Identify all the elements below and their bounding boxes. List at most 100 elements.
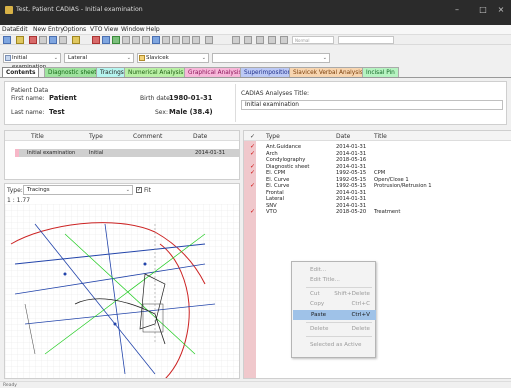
view-icon[interactable] <box>182 36 190 44</box>
column-header-comment[interactable]: Comment <box>133 133 162 140</box>
menu-item-edit[interactable]: Edit... <box>292 265 376 275</box>
patient-data-panel: Patient Data First name: Patient Last na… <box>4 81 507 125</box>
menu-item-paste[interactable]: Paste Ctrl+V <box>293 310 376 320</box>
last-name-value: Test <box>49 108 65 116</box>
analysis-title: Treatment <box>374 209 401 215</box>
column-header-type[interactable]: Type <box>89 133 103 140</box>
maximize-button[interactable]: □ <box>473 4 493 16</box>
menu-item-cut[interactable]: Cut Shift+Delete <box>292 289 376 299</box>
scale-text: 1 : 1.77 <box>7 197 31 204</box>
view-value: Lateral <box>68 55 88 61</box>
app-icon <box>5 6 13 14</box>
check-icon: ✓ <box>250 149 256 157</box>
cut-icon[interactable] <box>29 36 37 44</box>
extra-combo[interactable]: ⌄ <box>212 53 330 63</box>
image-type-combo[interactable]: Tracings ⌄ <box>23 185 133 195</box>
tool-icon[interactable] <box>132 36 140 44</box>
open-icon[interactable] <box>16 36 24 44</box>
check-icon: ✓ <box>250 169 256 176</box>
menu-separator <box>306 287 372 288</box>
column-header-check[interactable]: ✓ <box>250 133 255 140</box>
exam-date: 2014-01-31 <box>195 150 226 156</box>
tool-icon[interactable] <box>112 36 120 44</box>
minimize-button[interactable]: – <box>447 4 467 16</box>
birth-date-label: Birth date: <box>140 95 172 102</box>
analysis-icon <box>139 55 145 61</box>
type-label: Type: <box>7 187 23 194</box>
window-title: Test, Patient CADIAS - Initial examinati… <box>16 6 143 13</box>
view-combo[interactable]: Lateral ⌄ <box>64 53 134 63</box>
menu-help[interactable]: Help <box>146 26 160 33</box>
analysis-type: VTO <box>266 209 277 215</box>
fit-checkbox[interactable]: ✓ <box>136 187 142 193</box>
menu-view[interactable]: View <box>104 26 118 33</box>
zoom-combo[interactable]: Normal <box>292 36 334 44</box>
image-panel: Type: Tracings ⌄ ✓ Fit 1 : 1.77 <box>4 183 240 379</box>
toolbar: Normal <box>0 35 511 45</box>
tool-icon[interactable] <box>205 36 213 44</box>
analysis-combo[interactable]: Slavicek ⌄ <box>137 53 209 63</box>
birth-date-value: 1980-01-31 <box>169 94 213 102</box>
save-icon[interactable] <box>3 36 11 44</box>
view-icon[interactable] <box>152 36 160 44</box>
list-item[interactable]: ✓ VTO 2018-05-20 Treatment <box>244 209 511 216</box>
examinations-grid: Title Type Comment Date Initial examinat… <box>4 130 240 180</box>
column-header-title[interactable]: Title <box>31 133 44 140</box>
tool-icon[interactable] <box>92 36 100 44</box>
analysis-date: 2018-05-20 <box>336 209 367 215</box>
menu-options[interactable]: Options <box>63 26 86 33</box>
column-header-date[interactable]: Date <box>336 133 350 140</box>
tool-icon[interactable] <box>280 36 288 44</box>
tool-icon[interactable] <box>102 36 110 44</box>
column-header-date[interactable]: Date <box>193 133 207 140</box>
stop-icon[interactable] <box>244 36 252 44</box>
chevron-down-icon: ⌄ <box>53 55 58 61</box>
chevron-down-icon: ⌄ <box>126 55 131 61</box>
view-icon[interactable] <box>192 36 200 44</box>
examination-combo[interactable]: Initial examination ⌄ <box>3 53 61 70</box>
print-icon[interactable] <box>59 36 67 44</box>
divider <box>235 84 236 122</box>
toolbar-combo[interactable] <box>338 36 394 44</box>
menu-item-edit-title[interactable]: Edit Title... <box>292 275 376 285</box>
menu-new-entry[interactable]: New Entry <box>33 26 64 33</box>
examination-icon <box>5 55 11 61</box>
fit-label: Fit <box>144 187 152 194</box>
menu-vto[interactable]: VTO <box>90 26 103 33</box>
first-name-label: First name: <box>11 95 45 102</box>
image-type-value: Tracings <box>27 187 50 193</box>
tracing-image[interactable] <box>5 204 240 379</box>
prev-icon[interactable] <box>256 36 264 44</box>
exam-type: Initial <box>89 150 104 156</box>
play-icon[interactable] <box>232 36 240 44</box>
column-header-type[interactable]: Type <box>266 133 280 140</box>
tool-icon[interactable] <box>122 36 130 44</box>
exam-title: Initial examination <box>27 150 76 156</box>
menu-data[interactable]: Data <box>2 26 16 33</box>
menu-edit[interactable]: Edit <box>16 26 28 33</box>
chevron-down-icon: ⌄ <box>322 55 327 61</box>
paste-icon[interactable] <box>49 36 57 44</box>
help-icon[interactable] <box>72 36 80 44</box>
analyses-title-label: CADIAS Analyses Title: <box>241 90 310 97</box>
tab-underline <box>0 77 511 78</box>
chevron-down-icon: ⌄ <box>125 187 130 193</box>
status-bar: Ready <box>0 381 511 388</box>
next-icon[interactable] <box>268 36 276 44</box>
view-icon[interactable] <box>162 36 170 44</box>
menu-item-copy[interactable]: Copy Ctrl+C <box>292 299 376 309</box>
analysis-value: Slavicek <box>146 55 169 61</box>
menu-item-selected-as-active[interactable]: Selected as Active <box>292 340 376 350</box>
column-header-title[interactable]: Title <box>374 133 387 140</box>
menu-item-delete[interactable]: Delete Delete <box>292 324 376 334</box>
copy-icon[interactable] <box>39 36 47 44</box>
last-name-label: Last name: <box>11 109 45 116</box>
analyses-title-input[interactable]: Initial examination <box>241 100 503 110</box>
patient-data-label: Patient Data <box>11 87 49 94</box>
menu-separator <box>306 322 372 323</box>
close-button[interactable]: × <box>491 4 511 16</box>
check-icon: ✓ <box>250 208 256 215</box>
view-icon[interactable] <box>172 36 180 44</box>
menu-window[interactable]: Window <box>121 26 145 33</box>
tool-icon[interactable] <box>142 36 150 44</box>
